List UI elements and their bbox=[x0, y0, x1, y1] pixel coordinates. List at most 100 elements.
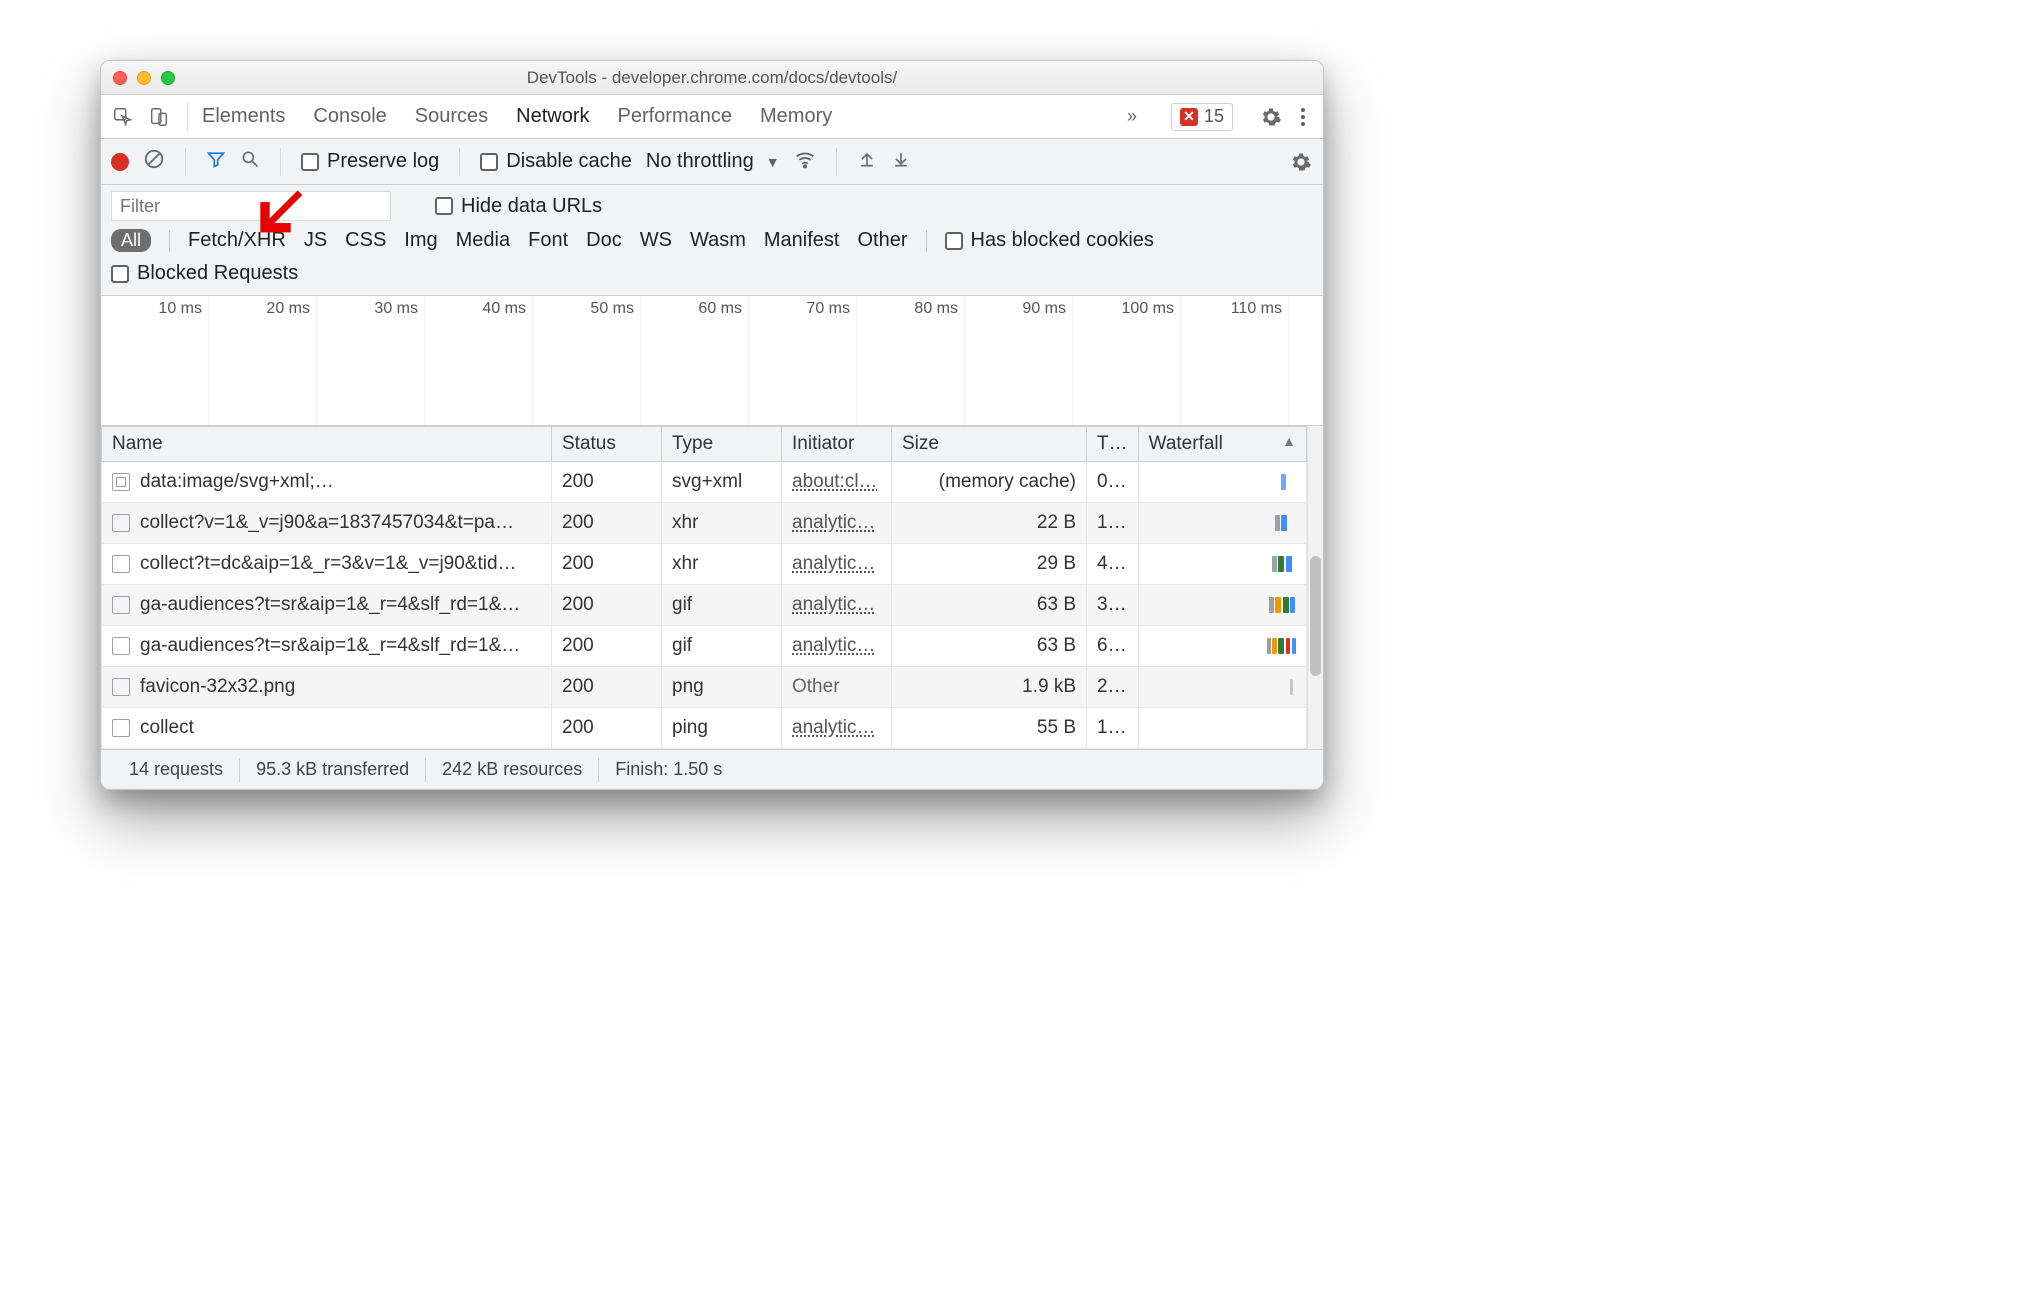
table-row[interactable]: data:image/svg+xml;…200svg+xmlabout:cl…(… bbox=[102, 462, 1307, 503]
request-status: 200 bbox=[552, 544, 662, 585]
request-table-wrap: Name Status Type Initiator Size T… Water… bbox=[101, 426, 1323, 749]
request-size: 55 B bbox=[892, 708, 1087, 749]
request-waterfall bbox=[1138, 462, 1306, 503]
clear-button[interactable] bbox=[143, 148, 165, 176]
throttling-select[interactable]: No throttling ▼ bbox=[646, 150, 780, 173]
error-count-badge[interactable]: ✕ 15 bbox=[1171, 103, 1233, 131]
request-size: (memory cache) bbox=[892, 462, 1087, 503]
more-options-icon[interactable] bbox=[1291, 105, 1315, 129]
table-row[interactable]: ga-audiences?t=sr&aip=1&_r=4&slf_rd=1&…2… bbox=[102, 585, 1307, 626]
timeline-overview[interactable]: 10 ms20 ms30 ms40 ms50 ms60 ms70 ms80 ms… bbox=[101, 296, 1323, 426]
preserve-log-checkbox[interactable]: Preserve log bbox=[301, 150, 439, 173]
disable-cache-label: Disable cache bbox=[506, 150, 632, 173]
table-row[interactable]: collect?v=1&_v=j90&a=1837457034&t=pa…200… bbox=[102, 503, 1307, 544]
tab-sources[interactable]: Sources bbox=[415, 105, 488, 128]
inspect-element-icon[interactable] bbox=[109, 103, 137, 131]
network-conditions-icon[interactable] bbox=[794, 148, 816, 176]
type-filter-other[interactable]: Other bbox=[857, 229, 907, 252]
timeline-tick: 80 ms bbox=[857, 296, 965, 425]
request-status: 200 bbox=[552, 667, 662, 708]
export-har-icon[interactable] bbox=[891, 149, 911, 175]
blocked-requests-label: Blocked Requests bbox=[137, 262, 298, 285]
annotation-arrow-icon bbox=[251, 181, 307, 249]
timeline-tick: 50 ms bbox=[533, 296, 641, 425]
separator bbox=[926, 230, 927, 252]
type-filter-all[interactable]: All bbox=[111, 229, 151, 252]
tab-console[interactable]: Console bbox=[313, 105, 386, 128]
disable-cache-checkbox[interactable]: Disable cache bbox=[480, 150, 632, 173]
status-requests: 14 requests bbox=[113, 759, 239, 780]
file-icon bbox=[112, 596, 130, 614]
checkbox-icon bbox=[435, 197, 453, 215]
request-initiator[interactable]: analytic… bbox=[782, 544, 892, 585]
request-initiator[interactable]: Other bbox=[782, 667, 892, 708]
file-icon bbox=[112, 555, 130, 573]
settings-icon[interactable] bbox=[1259, 105, 1283, 129]
request-initiator[interactable]: analytic… bbox=[782, 708, 892, 749]
error-count: 15 bbox=[1204, 106, 1224, 127]
request-table: Name Status Type Initiator Size T… Water… bbox=[101, 426, 1307, 749]
import-har-icon[interactable] bbox=[857, 149, 877, 175]
timeline-tick: 90 ms bbox=[965, 296, 1073, 425]
status-finish: Finish: 1.50 s bbox=[599, 759, 738, 780]
has-blocked-cookies-checkbox[interactable]: Has blocked cookies bbox=[945, 229, 1154, 252]
request-initiator[interactable]: analytic… bbox=[782, 503, 892, 544]
type-filter-js[interactable]: JS bbox=[304, 229, 327, 252]
tab-memory[interactable]: Memory bbox=[760, 105, 832, 128]
table-row[interactable]: collect200pinganalytic…55 B1… bbox=[102, 708, 1307, 749]
type-filter-wasm[interactable]: Wasm bbox=[690, 229, 746, 252]
tab-performance[interactable]: Performance bbox=[618, 105, 733, 128]
checkbox-icon bbox=[480, 153, 498, 171]
more-panels-icon[interactable]: » bbox=[1127, 106, 1137, 127]
vertical-scrollbar[interactable] bbox=[1307, 426, 1323, 749]
type-filter-font[interactable]: Font bbox=[528, 229, 568, 252]
table-row[interactable]: favicon-32x32.png200pngOther1.9 kB2… bbox=[102, 667, 1307, 708]
filter-toggle-icon[interactable] bbox=[206, 149, 226, 175]
tab-elements[interactable]: Elements bbox=[202, 105, 285, 128]
table-row[interactable]: collect?t=dc&aip=1&_r=3&v=1&_v=j90&tid…2… bbox=[102, 544, 1307, 585]
request-status: 200 bbox=[552, 708, 662, 749]
type-filter-media[interactable]: Media bbox=[456, 229, 510, 252]
request-waterfall bbox=[1138, 626, 1306, 667]
separator bbox=[185, 148, 186, 176]
request-name: collect?v=1&_v=j90&a=1837457034&t=pa… bbox=[140, 512, 514, 534]
request-time: 0… bbox=[1087, 462, 1139, 503]
col-type[interactable]: Type bbox=[662, 427, 782, 462]
type-filter-manifest[interactable]: Manifest bbox=[764, 229, 840, 252]
type-filter-ws[interactable]: WS bbox=[640, 229, 672, 252]
type-filter-doc[interactable]: Doc bbox=[586, 229, 622, 252]
hide-data-urls-checkbox[interactable]: Hide data URLs bbox=[435, 195, 602, 218]
col-waterfall[interactable]: Waterfall bbox=[1138, 427, 1306, 462]
col-initiator[interactable]: Initiator bbox=[782, 427, 892, 462]
request-time: 1… bbox=[1087, 708, 1139, 749]
type-filter-css[interactable]: CSS bbox=[345, 229, 386, 252]
request-type: xhr bbox=[662, 503, 782, 544]
request-initiator[interactable]: about:cl… bbox=[782, 462, 892, 503]
type-filter-img[interactable]: Img bbox=[404, 229, 437, 252]
scrollbar-thumb[interactable] bbox=[1310, 556, 1321, 676]
timeline-tick: 10 ms bbox=[101, 296, 209, 425]
request-type: gif bbox=[662, 585, 782, 626]
col-size[interactable]: Size bbox=[892, 427, 1087, 462]
timeline-tick: 70 ms bbox=[749, 296, 857, 425]
request-initiator[interactable]: analytic… bbox=[782, 626, 892, 667]
request-type: xhr bbox=[662, 544, 782, 585]
device-toggle-icon[interactable] bbox=[145, 103, 173, 131]
timeline-tick: 40 ms bbox=[425, 296, 533, 425]
request-time: 2… bbox=[1087, 667, 1139, 708]
col-time[interactable]: T… bbox=[1087, 427, 1139, 462]
network-settings-icon[interactable] bbox=[1289, 150, 1313, 174]
has-blocked-cookies-label: Has blocked cookies bbox=[971, 229, 1154, 252]
col-name[interactable]: Name bbox=[102, 427, 552, 462]
table-row[interactable]: ga-audiences?t=sr&aip=1&_r=4&slf_rd=1&…2… bbox=[102, 626, 1307, 667]
col-status[interactable]: Status bbox=[552, 427, 662, 462]
request-initiator[interactable]: analytic… bbox=[782, 585, 892, 626]
tab-network[interactable]: Network bbox=[516, 105, 589, 128]
checkbox-icon bbox=[945, 232, 963, 250]
window-title: DevTools - developer.chrome.com/docs/dev… bbox=[101, 68, 1323, 88]
search-icon[interactable] bbox=[240, 149, 260, 175]
record-button[interactable] bbox=[111, 153, 129, 171]
status-transferred: 95.3 kB transferred bbox=[240, 759, 425, 780]
status-resources: 242 kB resources bbox=[426, 759, 598, 780]
blocked-requests-checkbox[interactable]: Blocked Requests bbox=[111, 262, 298, 285]
